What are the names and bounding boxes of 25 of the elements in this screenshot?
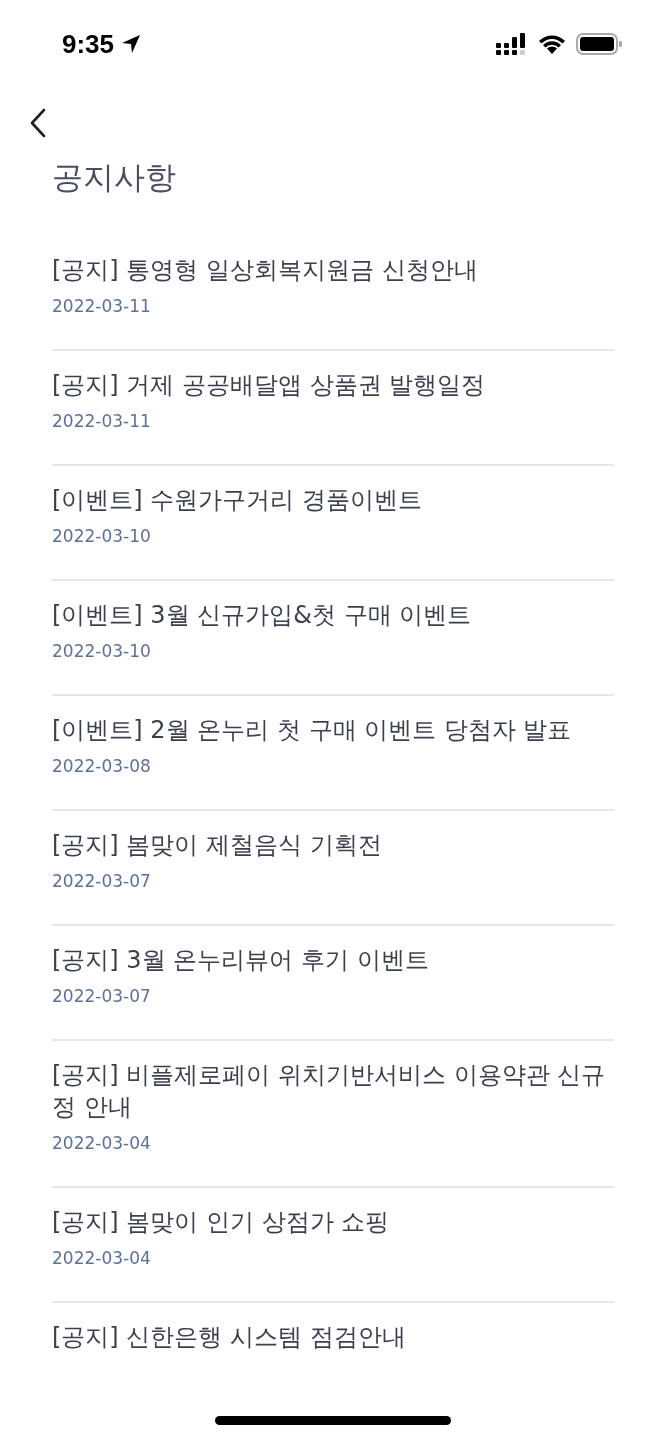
notice-title[interactable]: [이벤트] 수원가구거리 경품이벤트 (52, 484, 614, 516)
notice-date: 2022-03-04 (52, 1247, 152, 1270)
notice-date: 2022-03-08 (52, 755, 152, 778)
notice-title[interactable]: [공지] 봄맞이 제철음식 기획전 (52, 829, 614, 861)
notice-date: 2022-03-07 (52, 985, 152, 1008)
page-title: 공지사항 (52, 158, 177, 197)
status-time: 9:35 (62, 28, 115, 60)
notice-date: 2022-03-10 (52, 525, 152, 548)
notice-date: 2022-03-10 (52, 640, 152, 663)
wifi-icon (538, 34, 566, 54)
notice-date: 2022-03-11 (52, 295, 152, 318)
battery-icon (576, 33, 622, 55)
notice-title[interactable]: [공지] 비플제로페이 위치기반서비스 이용약관 신규 정 안내 (52, 1059, 614, 1123)
signal-icon (496, 33, 528, 55)
notice-date: 2022-03-04 (52, 1132, 152, 1155)
notice-title[interactable]: [공지] 통영형 일상회복지원금 신청안내 (52, 254, 614, 286)
notice-title[interactable]: [공지] 3월 온누리뷰어 후기 이벤트 (52, 944, 614, 976)
location-arrow-icon (120, 33, 143, 55)
notice-title[interactable]: [공지] 거제 공공배달앱 상품권 발행일정 (52, 369, 614, 401)
notice-date: 2022-03-11 (52, 410, 152, 433)
notice-title[interactable]: [이벤트] 3월 신규가입&첫 구매 이벤트 (52, 599, 614, 631)
notice-title[interactable]: [공지] 신한은행 시스템 점검안내 (52, 1321, 614, 1353)
notice-title[interactable]: [이벤트] 2월 온누리 첫 구매 이벤트 당첨자 발표 (52, 714, 614, 746)
notice-date: 2022-03-07 (52, 870, 152, 893)
notice-title[interactable]: [공지] 봄맞이 인기 상점가 쇼핑 (52, 1206, 614, 1238)
